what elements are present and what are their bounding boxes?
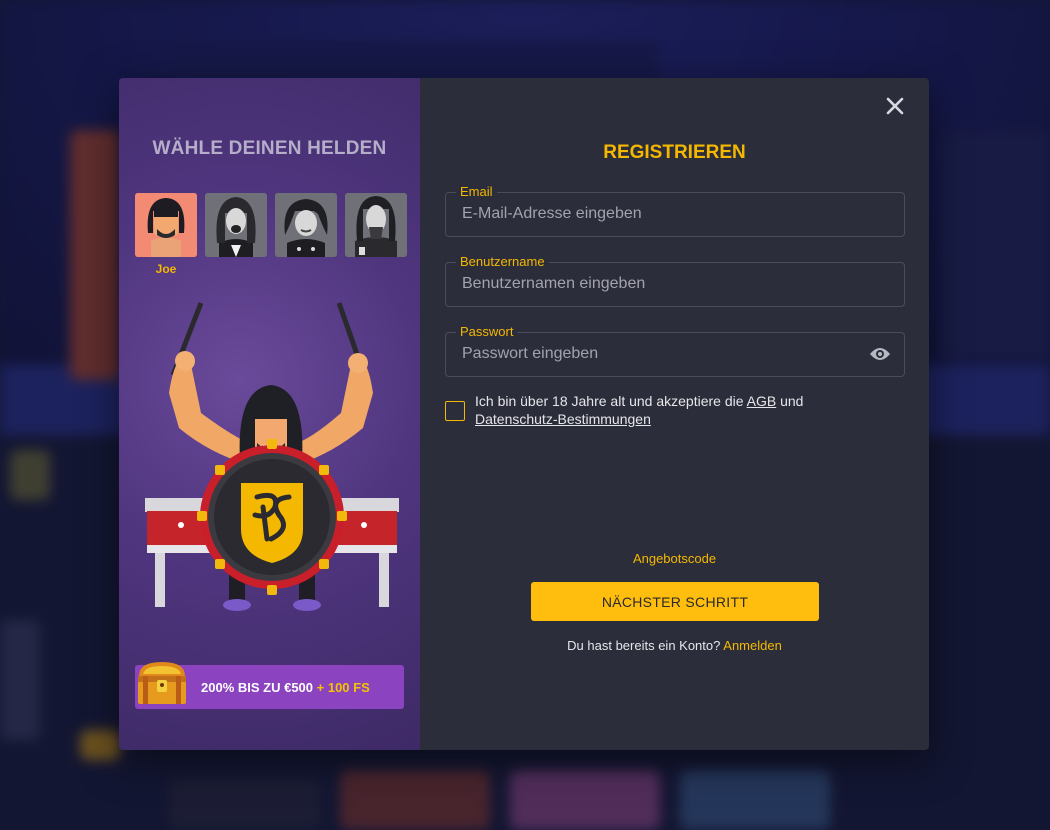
bonus-amount: 200% BIS ZU €500: [201, 679, 314, 695]
password-field: Passwort: [445, 325, 905, 377]
hero-list: [135, 193, 407, 257]
hero-avatar-icon: [345, 193, 407, 257]
bonus-free-spins: + 100 FS: [316, 679, 370, 695]
hero-option-2[interactable]: [205, 193, 267, 257]
terms-consent: Ich bin über 18 Jahre alt und akzeptiere…: [445, 392, 905, 428]
next-step-button[interactable]: NÄCHSTER SCHRITT: [531, 582, 819, 621]
terms-checkbox[interactable]: [445, 401, 465, 421]
username-label: Benutzername: [456, 255, 549, 269]
login-prompt: Du hast bereits ein Konto? Anmelden: [420, 638, 929, 653]
hero-avatar-icon: [275, 193, 337, 257]
bonus-promo-banner[interactable]: 200% BIS ZU €500 + 100 FS: [135, 662, 404, 709]
hero-avatar-icon: [205, 193, 267, 257]
hero-option-4[interactable]: [345, 193, 407, 257]
register-title: REGISTRIEREN: [603, 142, 746, 163]
treasure-chest-icon: [138, 662, 186, 704]
username-field: Benutzername: [445, 255, 905, 307]
selected-hero-name: Joe: [155, 262, 177, 276]
bonus-promo-text: 200% BIS ZU €500 + 100 FS: [201, 680, 370, 695]
username-input[interactable]: [460, 274, 864, 294]
hero-panel: WÄHLE DEINEN HELDEN Joe 200% BIS ZU €500…: [119, 78, 420, 750]
terms-text: Ich bin über 18 Jahre alt und akzeptiere…: [475, 392, 803, 428]
close-icon[interactable]: [885, 96, 905, 116]
terms-and: und: [780, 393, 804, 409]
hero-option-3[interactable]: [275, 193, 337, 257]
show-password-eye-icon[interactable]: [869, 346, 891, 362]
login-link[interactable]: Anmelden: [723, 638, 782, 653]
hero-panel-title: WÄHLE DEINEN HELDEN: [152, 138, 387, 159]
password-label: Passwort: [456, 325, 518, 339]
hero-option-joe[interactable]: [135, 193, 197, 257]
email-field: Email: [445, 185, 905, 237]
email-label: Email: [456, 185, 497, 199]
agb-link[interactable]: AGB: [747, 393, 777, 409]
drummer-illustration: [145, 302, 399, 611]
login-prompt-text: Du hast bereits ein Konto?: [567, 638, 721, 653]
email-input[interactable]: [460, 204, 864, 224]
privacy-link[interactable]: Datenschutz-Bestimmungen: [475, 411, 651, 427]
promo-code-link[interactable]: Angebotscode: [420, 551, 929, 566]
password-input[interactable]: [460, 344, 864, 364]
hero-avatar-icon: [135, 193, 197, 257]
terms-prefix: Ich bin über 18 Jahre alt und akzeptiere…: [475, 393, 744, 409]
